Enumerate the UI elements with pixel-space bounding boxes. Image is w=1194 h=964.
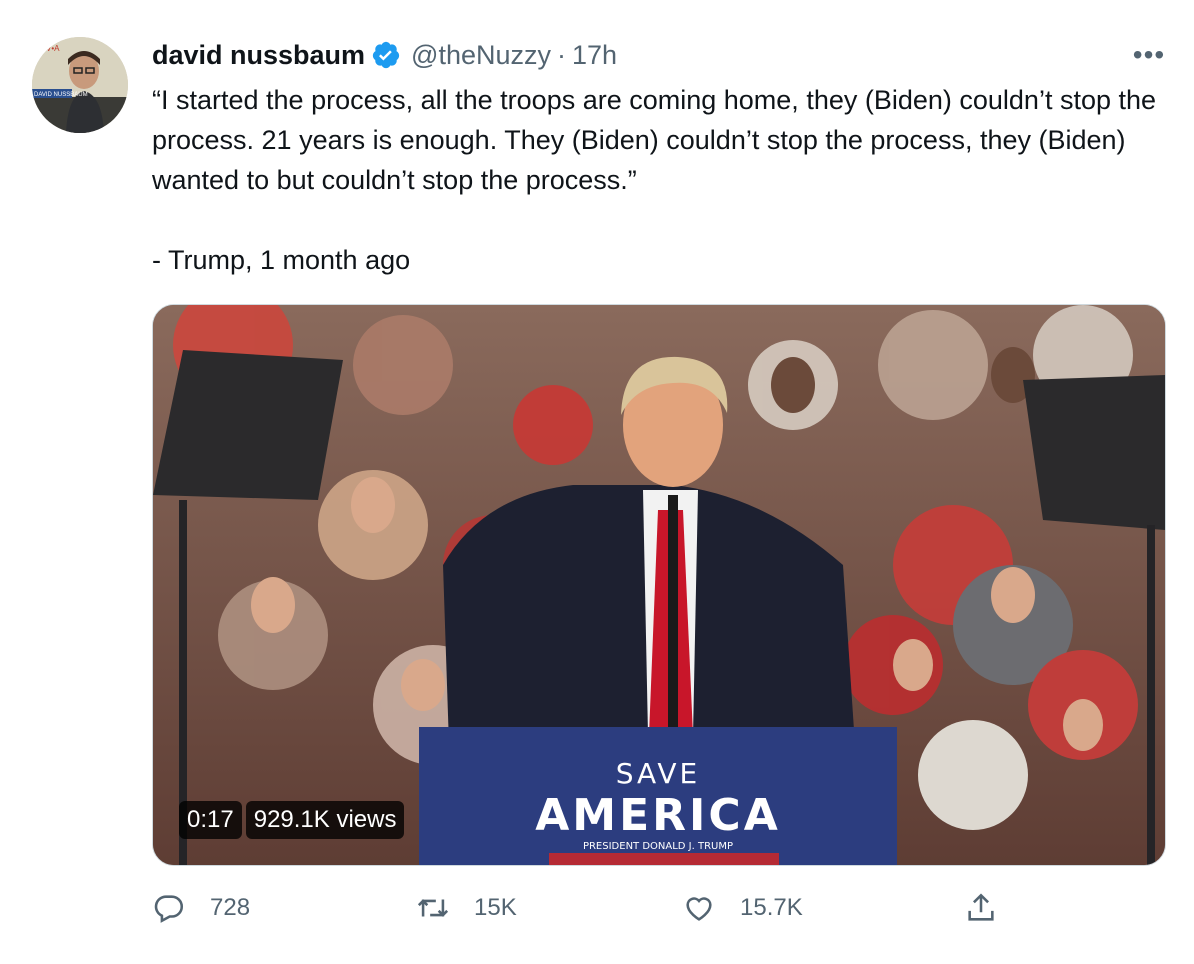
retweet-icon (417, 899, 449, 917)
video-duration: 0:17 (179, 801, 242, 839)
verified-icon (371, 40, 401, 70)
more-icon[interactable]: ••• (1124, 34, 1174, 76)
podium-america: AMERICA (535, 790, 781, 841)
separator: · (557, 39, 567, 70)
video-views: 929.1K views (245, 801, 405, 839)
avatar-caption: DAVID NUSSBAUM (34, 92, 88, 98)
like-button[interactable]: 15.7K (682, 886, 803, 930)
share-icon (968, 893, 994, 921)
avatar-image: DAVID NUSSBAUM V•A (32, 37, 128, 133)
tweet-attribution: - Trump, 1 month ago (152, 245, 411, 275)
share-button[interactable] (964, 886, 1022, 930)
video-frame: SAVE AMERICA PRESIDENT DONALD J. TRUMP (153, 305, 1165, 865)
tweet-quote: “I started the process, all the troops a… (152, 85, 1157, 195)
video-player[interactable]: SAVE AMERICA PRESIDENT DONALD J. TRUMP 0… (152, 304, 1166, 866)
reply-button[interactable]: 728 (152, 886, 250, 930)
reply-icon (154, 895, 184, 923)
timestamp[interactable]: 17h (572, 40, 617, 71)
tweet-actions: 728 15K 15.7K (152, 886, 1012, 930)
tweet-text: “I started the process, all the troops a… (152, 80, 1182, 280)
author-handle[interactable]: @theNuzzy (411, 40, 551, 71)
podium-save: SAVE (616, 757, 701, 790)
retweet-count: 15K (474, 894, 517, 921)
svg-text:V•A: V•A (46, 44, 60, 53)
avatar[interactable]: DAVID NUSSBAUM V•A (32, 37, 128, 133)
podium-subtitle: PRESIDENT DONALD J. TRUMP (583, 841, 733, 852)
like-icon (686, 897, 712, 921)
video-badges: 0:17 929.1K views (179, 801, 405, 839)
tweet-header: david nussbaum @theNuzzy · 17h ••• (152, 34, 1174, 76)
reply-count: 728 (210, 894, 251, 921)
retweet-button[interactable]: 15K (416, 886, 517, 930)
like-count: 15.7K (740, 894, 803, 921)
author-name[interactable]: david nussbaum (152, 40, 365, 71)
